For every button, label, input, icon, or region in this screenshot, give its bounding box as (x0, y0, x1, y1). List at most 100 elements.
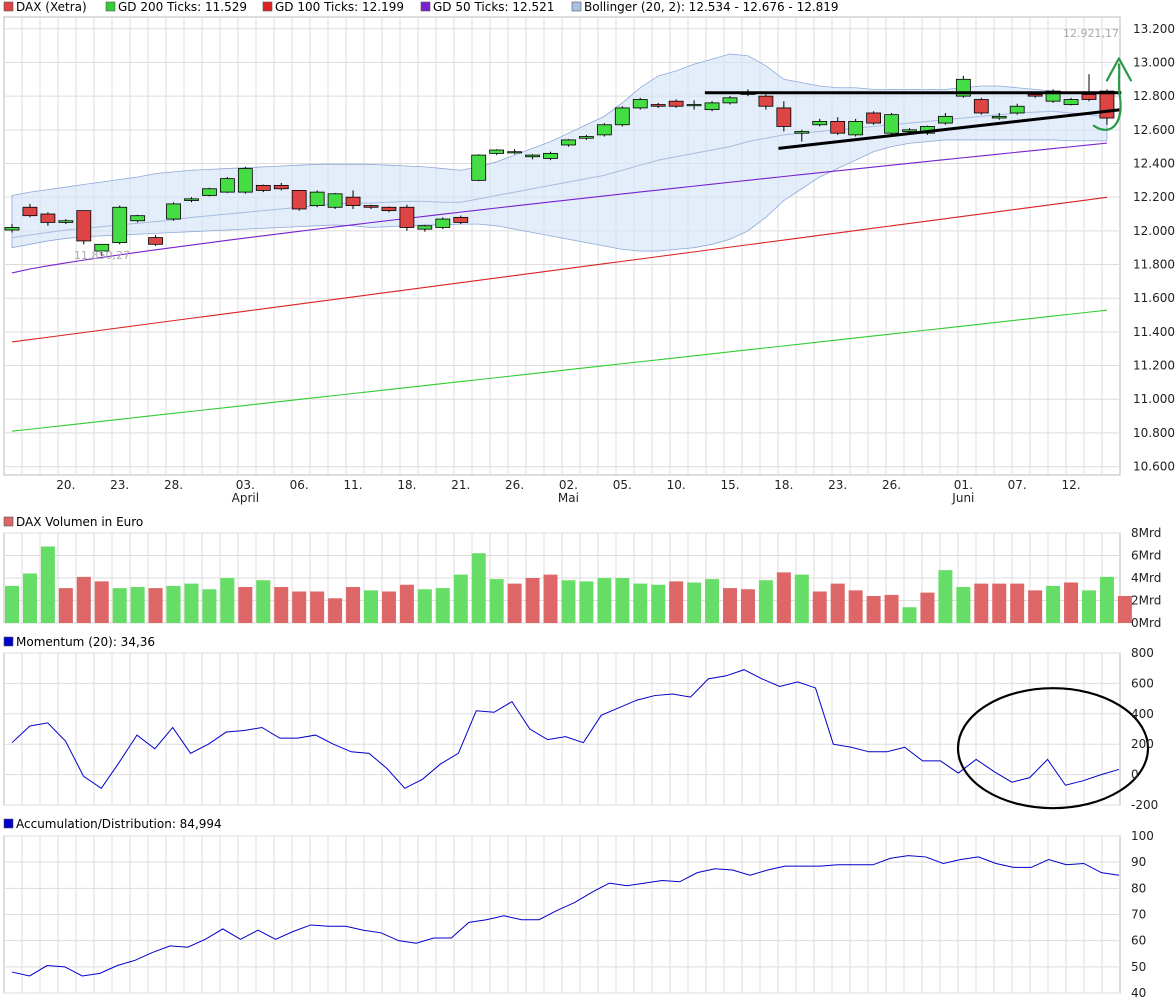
momentum-panel: Momentum (20): 34,36 800 600 400 200 0 -200 (3, 635, 1158, 812)
month-label: Juni (951, 491, 974, 505)
volume-bar (381, 591, 396, 623)
candle-body (1099, 90, 1115, 119)
volume-bar (561, 580, 576, 623)
ad-tick-label: 60 (1131, 934, 1146, 948)
legend-bollinger-label: Bollinger (20, 2): 12.534 - 12.676 - 12.… (584, 0, 839, 14)
date-tick-label: 26. (882, 478, 901, 492)
momentum-tick-label: -200 (1131, 798, 1158, 812)
ad-y-axis: 100 90 80 70 60 50 40 (1131, 829, 1154, 1000)
legend-swatch-gd50 (420, 1, 431, 12)
volume-bar (1117, 596, 1132, 623)
volume-bar (417, 589, 432, 623)
low-annotation: 11.850,27 (74, 249, 130, 262)
volume-bar (866, 596, 881, 623)
momentum-swatch (3, 636, 14, 647)
volume-bar (130, 587, 145, 623)
volume-bar (274, 587, 289, 623)
candle-body (435, 218, 451, 228)
price-panel: 12.921,17 11.850,27 13.200 13.000 12.800 12… (3, 16, 1175, 505)
candle-body (830, 120, 846, 134)
date-tick-label: 11. (344, 478, 363, 492)
candle-body (596, 124, 612, 136)
volume-tick-label: 0Mrd (1131, 616, 1161, 630)
candle-body (40, 213, 56, 223)
volume-bar (184, 583, 199, 623)
candle-body (1027, 94, 1043, 97)
candle-body (579, 136, 594, 139)
ad-tick-label: 80 (1131, 881, 1146, 895)
volume-bar (705, 579, 720, 623)
volume-bar (364, 590, 378, 623)
candle-body (130, 215, 146, 222)
candle-body (722, 97, 738, 104)
volume-bar (1046, 585, 1061, 623)
volume-tick-label: 8Mrd (1131, 526, 1161, 540)
ad-swatch (3, 818, 14, 829)
momentum-y-axis: 800 600 400 200 0 -200 (1131, 646, 1158, 812)
volume-bar (615, 578, 630, 623)
candle-body (668, 100, 684, 107)
candle-body (1009, 105, 1025, 114)
month-label: April (232, 491, 259, 505)
candle-body (148, 237, 164, 245)
candle-body (381, 206, 397, 212)
volume-bar (525, 578, 540, 623)
volume-bar (938, 570, 953, 623)
price-tick-label: 11.400 (1133, 325, 1175, 339)
candle-body (327, 193, 343, 208)
candle-body (884, 114, 899, 134)
volume-bar (202, 589, 217, 623)
month-label: Mai (558, 491, 579, 505)
volume-bar (310, 591, 325, 623)
candle-body (543, 152, 558, 159)
volume-bar (956, 587, 971, 623)
volume-bar (848, 590, 863, 623)
volume-bar (489, 579, 504, 623)
ad-tick-label: 70 (1131, 908, 1146, 922)
legend-gd200-label: GD 200 Ticks: 11.529 (118, 0, 247, 14)
date-tick-label: 15. (720, 478, 739, 492)
volume-bar (40, 546, 55, 623)
momentum-tick-label: 800 (1131, 646, 1154, 660)
volume-bar (5, 585, 19, 623)
price-y-axis: 13.200 13.000 12.800 12.600 12.400 12.200 12.0… (1133, 22, 1175, 474)
volume-bar (812, 591, 827, 623)
date-tick-label: 03. (236, 478, 255, 492)
candle-body (991, 115, 1007, 119)
candle-body (112, 206, 128, 244)
main-legend: DAX (Xetra) GD 200 Ticks: 11.529 GD 100 … (3, 0, 839, 14)
date-tick-label: 18. (397, 478, 416, 492)
candle-body (758, 95, 774, 107)
date-tick-label: 26. (505, 478, 524, 492)
legend-swatch-bollinger (571, 1, 582, 12)
volume-bar (112, 588, 127, 623)
ad-tick-label: 90 (1131, 855, 1146, 869)
momentum-tick-label: 200 (1131, 737, 1154, 751)
volume-bar (256, 580, 271, 623)
volume-bar (328, 598, 343, 623)
candle-body (776, 107, 792, 127)
candle-body (632, 99, 648, 109)
candle-body (22, 206, 38, 217)
price-tick-label: 13.000 (1133, 55, 1175, 69)
candle-body (166, 203, 181, 220)
candle-body (237, 168, 253, 193)
candle-body (794, 131, 810, 134)
price-tick-label: 12.000 (1133, 224, 1175, 238)
price-tick-label: 10.600 (1133, 460, 1175, 474)
legend-gd100-label: GD 100 Ticks: 12.199 (275, 0, 404, 14)
volume-bar (238, 587, 253, 623)
volume-bar (992, 583, 1007, 623)
volume-bar (1082, 590, 1096, 623)
candle-body (255, 184, 271, 191)
volume-bar (884, 594, 899, 623)
high-annotation: 12.921,17 (1063, 27, 1119, 40)
volume-title: DAX Volumen in Euro (16, 515, 143, 529)
volume-bar (453, 574, 468, 623)
legend-swatch-dax (3, 1, 14, 12)
candle-body (58, 220, 74, 223)
volume-bar (94, 581, 109, 623)
chart-stage: DAX (Xetra) GD 200 Ticks: 11.529 GD 100 … (0, 0, 1175, 1000)
candle-body (363, 205, 379, 208)
volume-bar (776, 572, 791, 623)
